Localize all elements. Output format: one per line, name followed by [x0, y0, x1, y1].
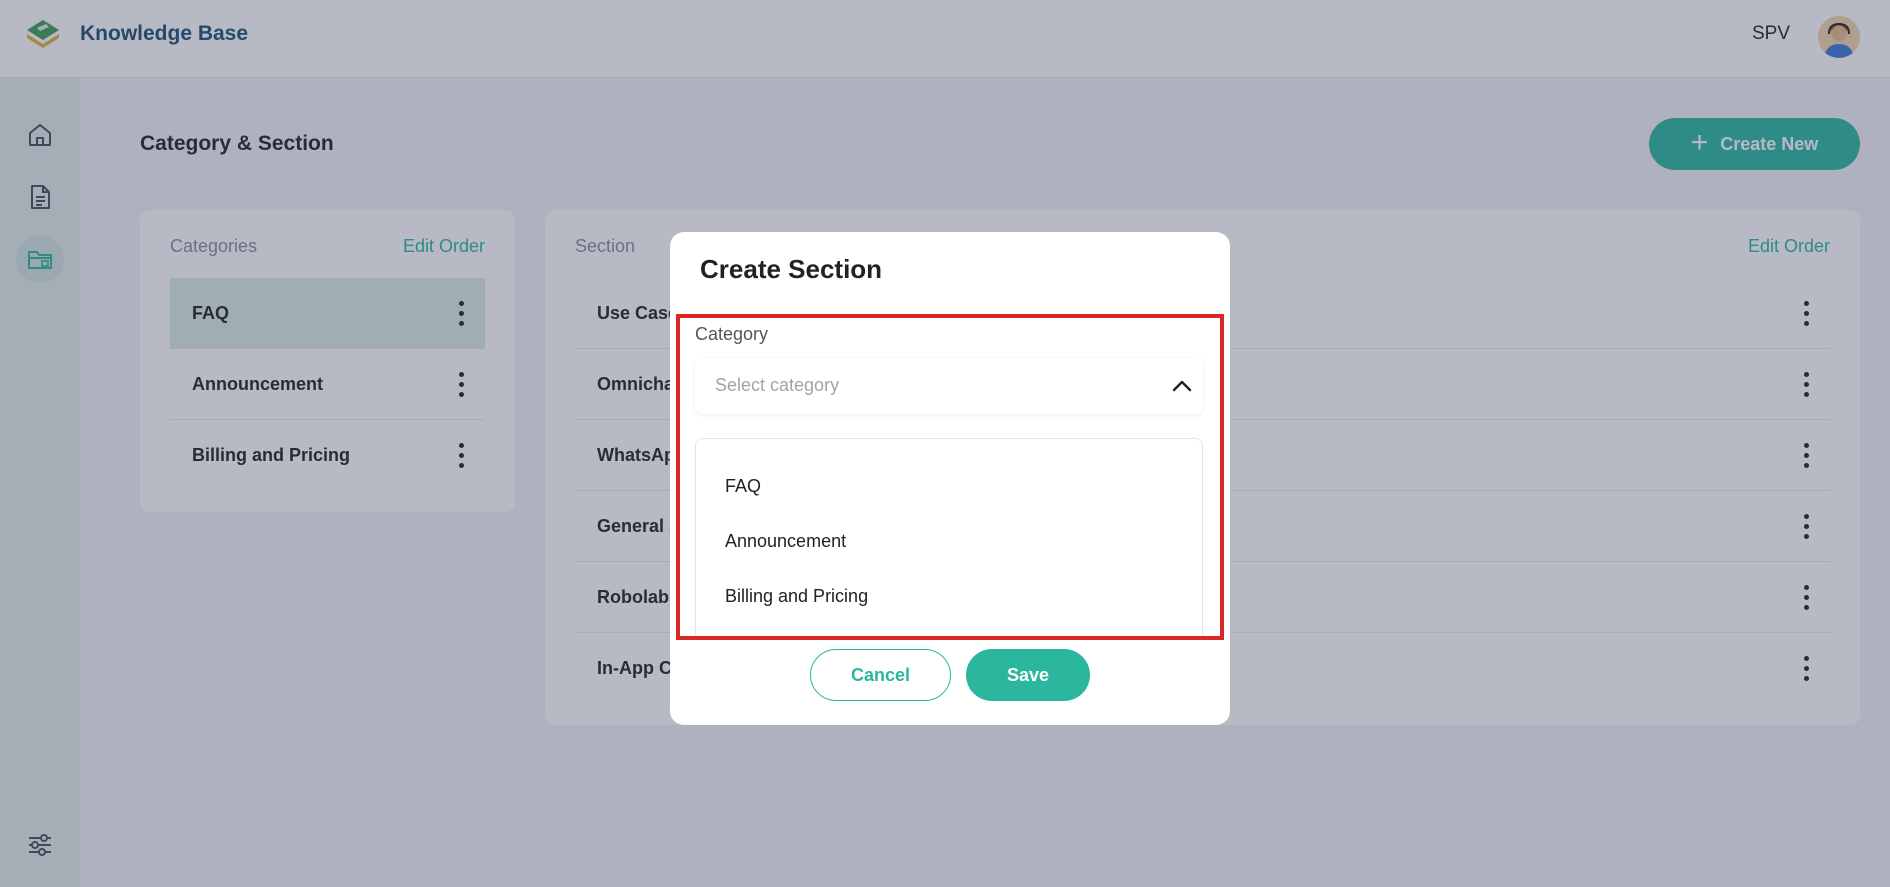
- modal-title: Create Section: [700, 254, 883, 284]
- cancel-button[interactable]: Cancel: [810, 649, 951, 701]
- create-section-modal: Create Section Category Select category …: [670, 232, 1230, 725]
- save-button[interactable]: Save: [966, 649, 1090, 701]
- highlight-box: [676, 314, 1224, 640]
